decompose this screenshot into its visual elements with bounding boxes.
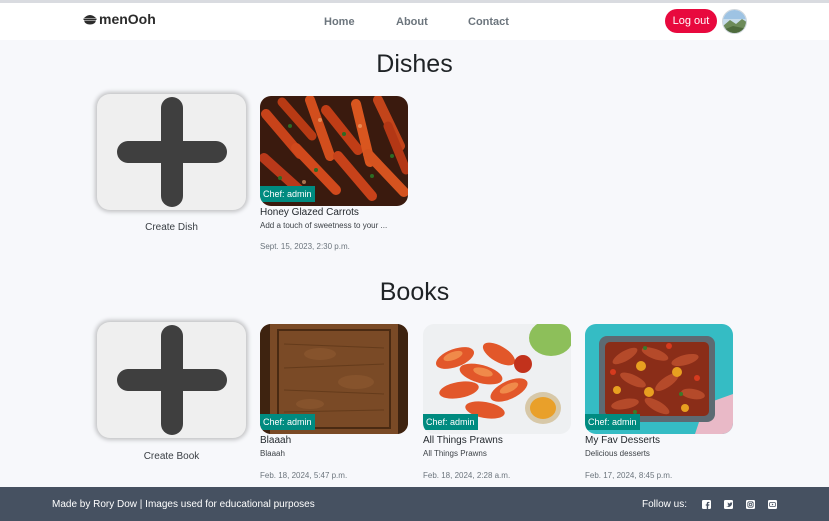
book-card-image[interactable]: Chef: admin <box>585 324 733 434</box>
nav-contact[interactable]: Contact <box>468 16 509 28</box>
youtube-icon[interactable] <box>768 500 777 509</box>
brand-logo[interactable]: menOoh <box>83 11 156 27</box>
nav-home[interactable]: Home <box>324 16 355 28</box>
create-book-label: Create Book <box>143 451 200 462</box>
facebook-icon[interactable] <box>702 500 711 509</box>
nav-about[interactable]: About <box>396 16 428 28</box>
book-description: Delicious desserts <box>585 449 650 458</box>
footer-credit: Made by Rory Dow | Images used for educa… <box>52 499 315 510</box>
book-description: All Things Prawns <box>423 449 487 458</box>
chef-badge: Chef: admin <box>585 414 640 430</box>
navbar: menOoh Home About Contact Log out <box>0 3 829 40</box>
dish-card-image[interactable]: Chef: admin <box>260 96 408 206</box>
book-date: Feb. 18, 2024, 2:28 a.m. <box>423 471 511 480</box>
book-title[interactable]: My Fav Desserts <box>585 435 660 446</box>
footer: Made by Rory Dow | Images used for educa… <box>0 487 829 521</box>
books-heading: Books <box>379 278 450 306</box>
avatar-landscape-image <box>723 10 746 33</box>
twitter-icon[interactable] <box>724 500 733 509</box>
chef-badge: Chef: admin <box>260 186 315 202</box>
book-card-image[interactable]: Chef: admin <box>423 324 571 434</box>
create-dish-button[interactable] <box>97 94 246 210</box>
dish-date: Sept. 15, 2023, 2:30 p.m. <box>260 242 350 251</box>
follow-us-label: Follow us: <box>642 499 688 510</box>
dish-title[interactable]: Honey Glazed Carrots <box>260 207 359 218</box>
chef-badge: Chef: admin <box>423 414 478 430</box>
book-date: Feb. 18, 2024, 5:47 p.m. <box>260 471 348 480</box>
logout-button[interactable]: Log out <box>665 9 717 33</box>
plus-icon <box>116 97 227 207</box>
book-date: Feb. 17, 2024, 8:45 p.m. <box>585 471 673 480</box>
dishes-heading: Dishes <box>376 50 453 78</box>
bowl-icon <box>83 15 97 25</box>
instagram-icon[interactable] <box>746 500 755 509</box>
create-book-button[interactable] <box>97 322 246 438</box>
chef-badge: Chef: admin <box>260 414 315 430</box>
brand-name: menOoh <box>99 11 156 27</box>
plus-icon <box>116 325 227 435</box>
book-card-image[interactable]: Chef: admin <box>260 324 408 434</box>
book-title[interactable]: Blaaah <box>260 435 291 446</box>
create-dish-label: Create Dish <box>145 222 198 233</box>
book-title[interactable]: All Things Prawns <box>423 435 503 446</box>
book-description: Blaaah <box>260 449 285 458</box>
avatar[interactable] <box>722 9 747 34</box>
dish-description: Add a touch of sweetness to your ... <box>260 221 388 230</box>
